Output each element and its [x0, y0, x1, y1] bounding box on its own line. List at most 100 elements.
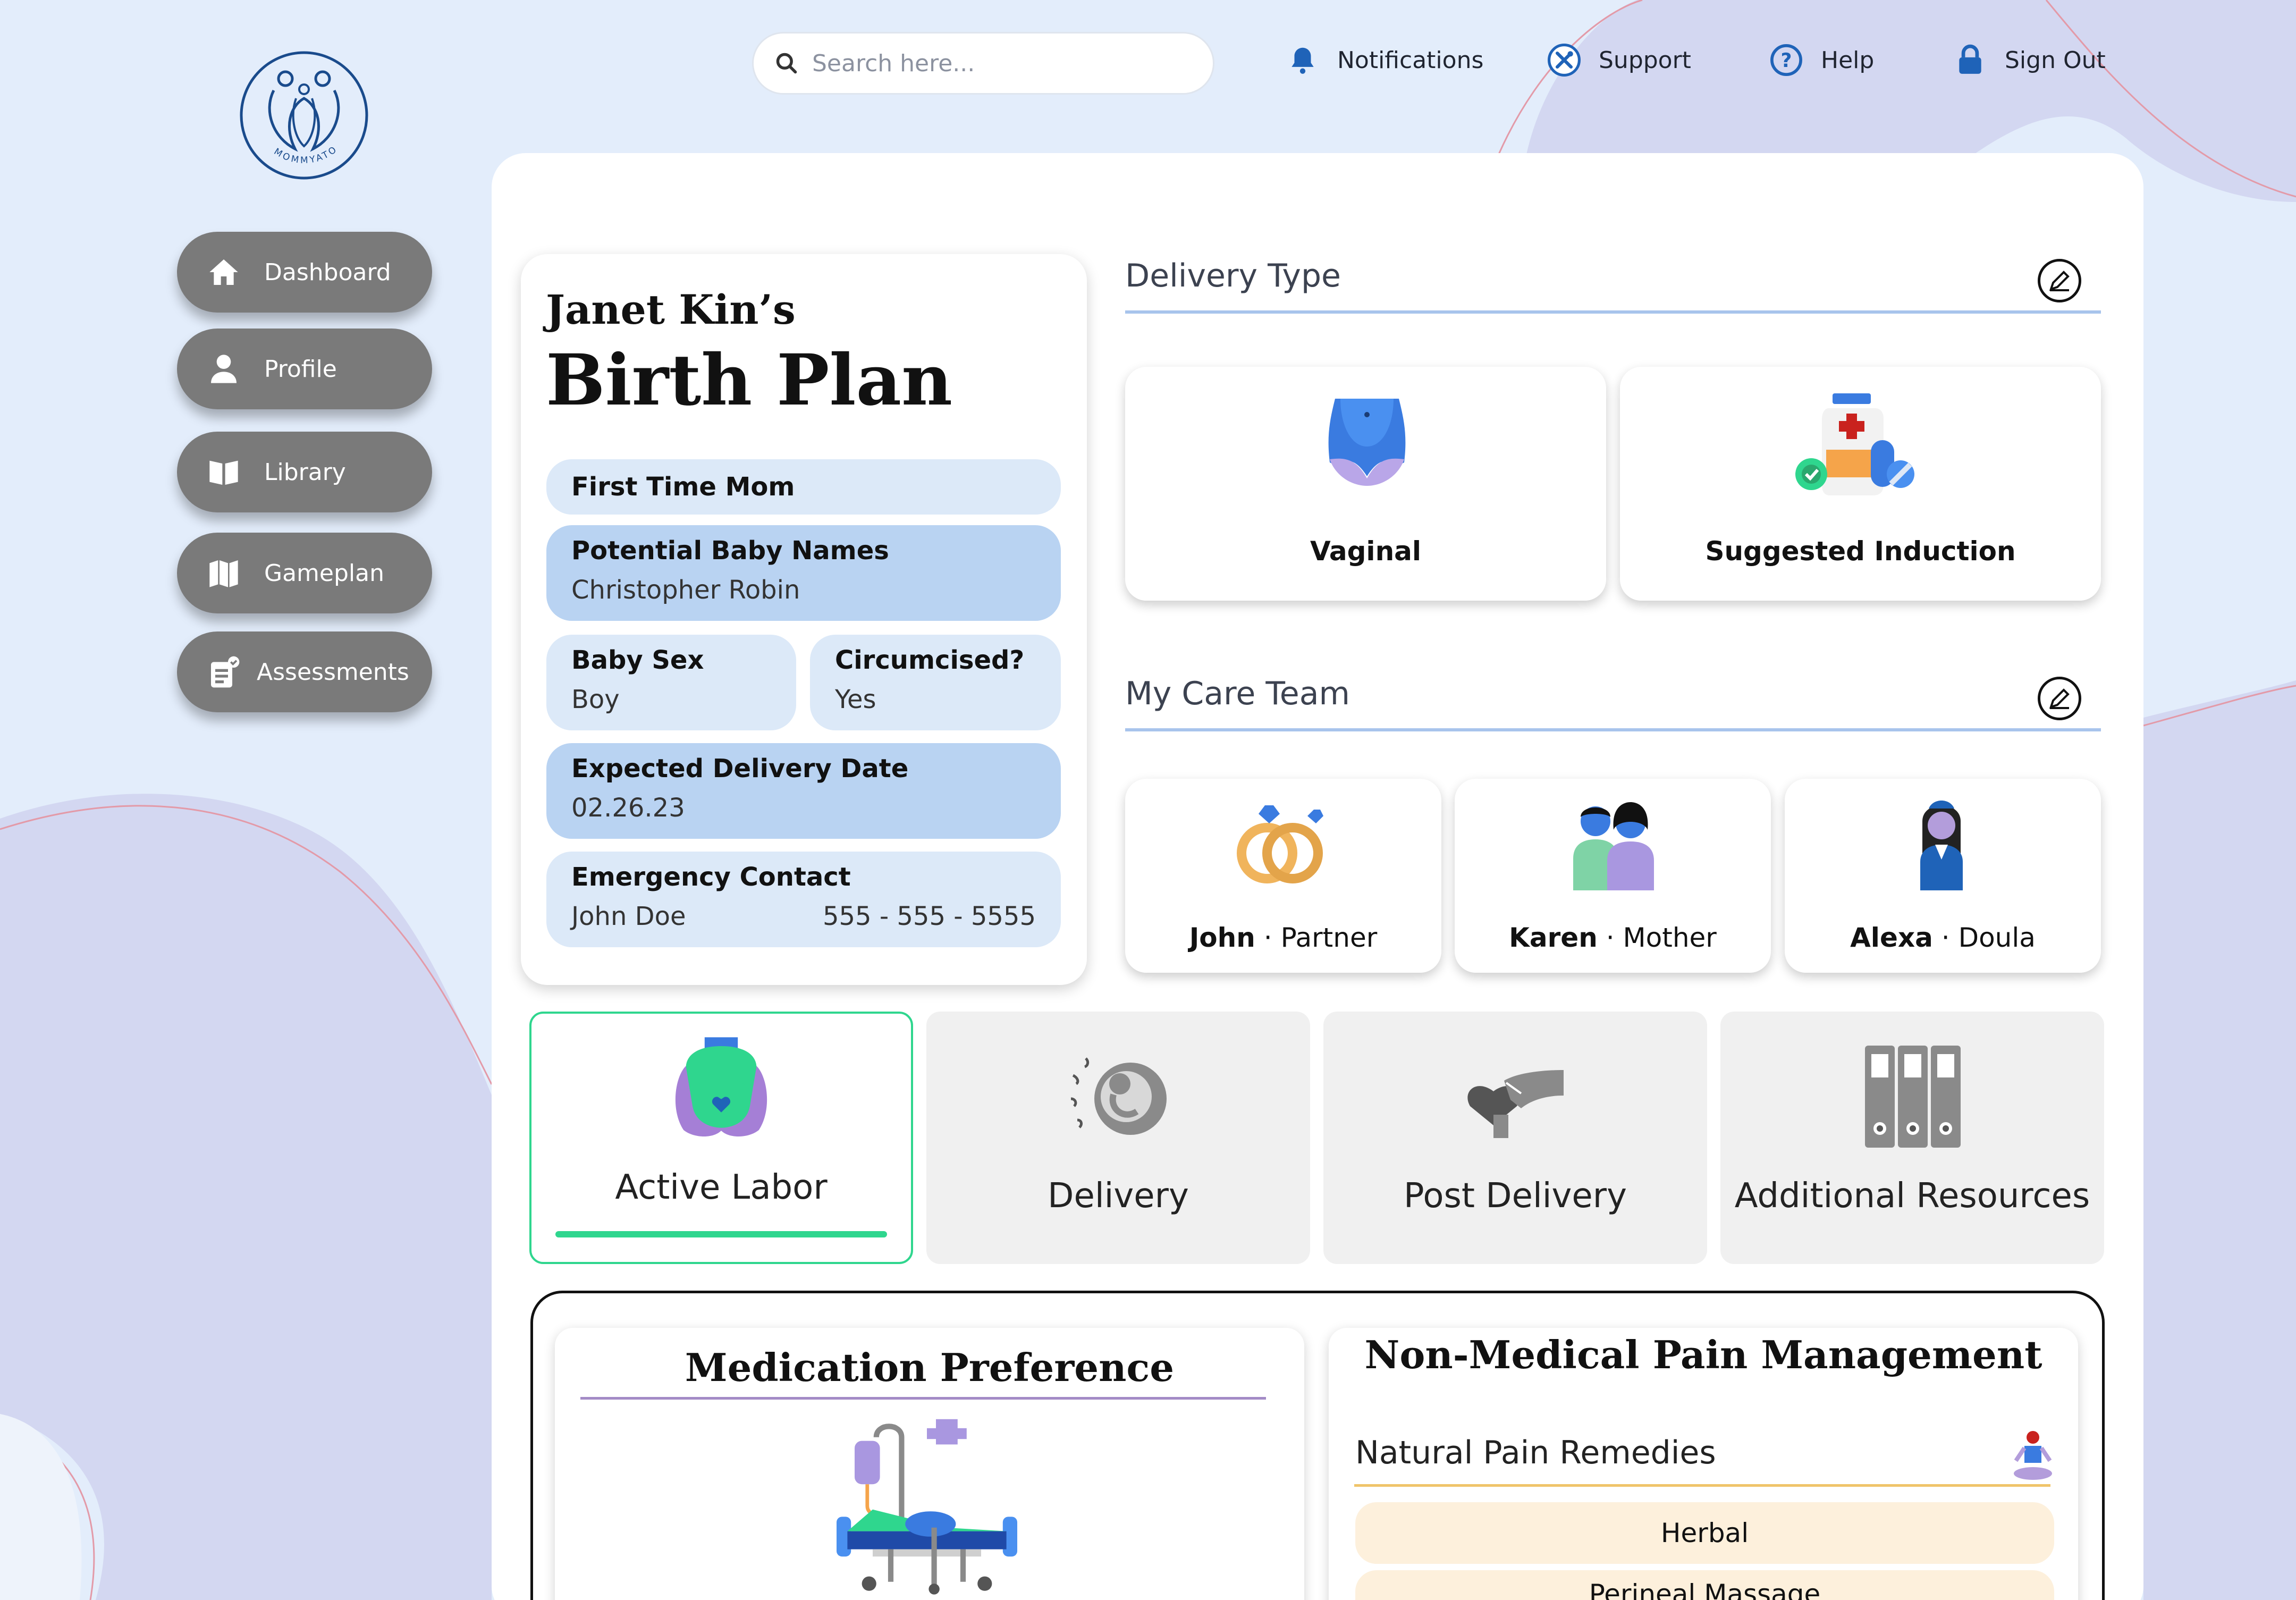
- bell-icon: [1292, 47, 1314, 74]
- care-team-member-john[interactable]: John · Partner: [1125, 779, 1441, 973]
- tab-active-labor[interactable]: Active Labor: [529, 1012, 913, 1264]
- plan-title: Birth Plan: [546, 339, 953, 422]
- first-time-mom-pill: First Time Mom: [546, 459, 1061, 515]
- sidebar-item-label: Library: [264, 458, 346, 486]
- help-icon: ?: [1770, 44, 1802, 76]
- delivery-type-title: Delivery Type: [1125, 257, 1341, 294]
- lock-icon: [1959, 44, 1981, 74]
- baby-names-value: Christopher Robin: [571, 575, 800, 605]
- delivery-option-suggested-induction[interactable]: Suggested Induction: [1620, 367, 2101, 601]
- care-member-role: Mother: [1623, 922, 1717, 953]
- map-icon: [207, 556, 241, 590]
- mommyato-logo[interactable]: MOMMYATO: [237, 48, 372, 183]
- search-bar[interactable]: [752, 32, 1214, 95]
- pregnant-belly-icon: [675, 1037, 767, 1137]
- pencil-icon: [2049, 271, 2070, 291]
- delivery-option-label: Suggested Induction: [1705, 536, 2016, 567]
- tab-label: Active Labor: [615, 1168, 828, 1207]
- care-team-member-alexa[interactable]: Alexa · Doula: [1785, 779, 2101, 973]
- edd-label: Expected Delivery Date: [571, 754, 909, 784]
- tab-label: Delivery: [1048, 1176, 1189, 1216]
- edit-care-team-button[interactable]: [2038, 677, 2081, 720]
- expected-delivery-date-pill[interactable]: Expected Delivery Date 02.26.23: [546, 743, 1061, 839]
- meditation-icon: [2014, 1431, 2052, 1480]
- baby-sex-label: Baby Sex: [571, 645, 704, 675]
- pencil-icon: [2049, 688, 2070, 709]
- binders-icon: [1865, 1046, 1961, 1148]
- non-medical-pain-title: Non-Medical Pain Management: [1364, 1332, 2042, 1377]
- care-member-role: Partner: [1280, 922, 1378, 953]
- care-member-name: Alexa: [1850, 922, 1933, 953]
- book-icon: [207, 455, 241, 489]
- baby-names-pill[interactable]: Potential Baby Names Christopher Robin: [546, 525, 1061, 621]
- sign-out-link[interactable]: Sign Out: [1954, 44, 2106, 77]
- tab-post-delivery[interactable]: Post Delivery: [1323, 1012, 1707, 1264]
- remedy-herbal[interactable]: Herbal: [1355, 1502, 2054, 1564]
- doula-icon: [1920, 801, 1963, 890]
- hospital-bed-icon: [837, 1419, 1017, 1595]
- delivery-option-label: Vaginal: [1310, 536, 1422, 567]
- tab-label: Post Delivery: [1404, 1176, 1627, 1216]
- care-team-title: My Care Team: [1125, 675, 1350, 712]
- care-member-name: Karen: [1509, 922, 1598, 953]
- circumcised-label: Circumcised?: [835, 645, 1025, 675]
- sidebar-item-label: Profile: [264, 355, 337, 383]
- sign-out-label: Sign Out: [2005, 46, 2106, 74]
- edit-delivery-type-button[interactable]: [2038, 259, 2081, 302]
- plan-owner: Janet Kin’s: [546, 286, 796, 333]
- sidebar-item-label: Dashboard: [264, 258, 391, 286]
- wedding-rings-icon: [1237, 805, 1323, 883]
- tab-additional-resources[interactable]: Additional Resources: [1720, 1012, 2104, 1264]
- medication-preference-panel: Medication Preference: [555, 1328, 1304, 1600]
- caring-hands-icon: [1467, 1070, 1564, 1138]
- remedy-perineal-massage[interactable]: Perineal Massage: [1355, 1570, 2054, 1600]
- care-member-role: Doula: [1958, 922, 2036, 953]
- emergency-contact-name: John Doe: [571, 902, 686, 931]
- medication-preference-title: Medication Preference: [685, 1345, 1175, 1390]
- help-label: Help: [1821, 46, 1875, 74]
- care-team-divider: [1125, 728, 2101, 731]
- care-team-member-karen[interactable]: Karen · Mother: [1455, 779, 1771, 973]
- baby-sex-value: Boy: [571, 685, 620, 714]
- search-icon: [776, 53, 797, 74]
- first-time-mom-label: First Time Mom: [571, 472, 795, 502]
- tab-label: Additional Resources: [1734, 1176, 2090, 1216]
- birth-plan-card: Janet Kin’s Birth Plan First Time Mom Po…: [521, 254, 1087, 985]
- clipboard-check-icon: [207, 655, 241, 689]
- active-tab-indicator: [555, 1231, 887, 1237]
- delivery-type-divider: [1125, 310, 2101, 314]
- circumcised-value: Yes: [835, 685, 876, 714]
- medication-divider: [580, 1397, 1266, 1400]
- parents-icon: [1573, 802, 1654, 890]
- delivery-option-vaginal[interactable]: Vaginal: [1125, 367, 1606, 601]
- pelvis-icon: [1328, 399, 1406, 486]
- help-link[interactable]: ? Help: [1770, 44, 1874, 77]
- notifications-link[interactable]: Notifications: [1286, 44, 1483, 77]
- svg-text:MOMMYATO: MOMMYATO: [272, 144, 340, 166]
- svg-text:?: ?: [1781, 49, 1792, 72]
- care-member-name: John: [1189, 922, 1255, 953]
- sidebar-item-label: Gameplan: [264, 559, 384, 587]
- home-icon: [207, 255, 241, 289]
- sidebar-item-assessments[interactable]: Assessments: [177, 631, 432, 712]
- sidebar-item-label: Assessments: [257, 658, 409, 686]
- sidebar-item-gameplan[interactable]: Gameplan: [177, 533, 432, 613]
- sidebar-item-library[interactable]: Library: [177, 432, 432, 512]
- medicine-icon: [1795, 393, 1914, 495]
- support-tools-icon: [1548, 44, 1581, 77]
- baby-sex-pill[interactable]: Baby Sex Boy: [546, 635, 796, 730]
- emergency-contact-pill[interactable]: Emergency Contact John Doe 555 - 555 - 5…: [546, 852, 1061, 947]
- emergency-contact-label: Emergency Contact: [571, 862, 851, 892]
- fetus-icon: [1070, 1057, 1167, 1135]
- circumcised-pill[interactable]: Circumcised? Yes: [810, 635, 1061, 730]
- support-link[interactable]: Support: [1548, 44, 1691, 77]
- notifications-label: Notifications: [1337, 46, 1484, 74]
- tab-delivery[interactable]: Delivery: [926, 1012, 1310, 1264]
- search-input[interactable]: [812, 49, 1184, 77]
- remedies-divider: [1354, 1484, 2050, 1487]
- edd-value: 02.26.23: [571, 793, 685, 823]
- user-icon: [207, 352, 241, 386]
- sidebar-item-dashboard[interactable]: Dashboard: [177, 232, 432, 313]
- sidebar-item-profile[interactable]: Profile: [177, 329, 432, 409]
- emergency-contact-phone: 555 - 555 - 5555: [822, 902, 1036, 931]
